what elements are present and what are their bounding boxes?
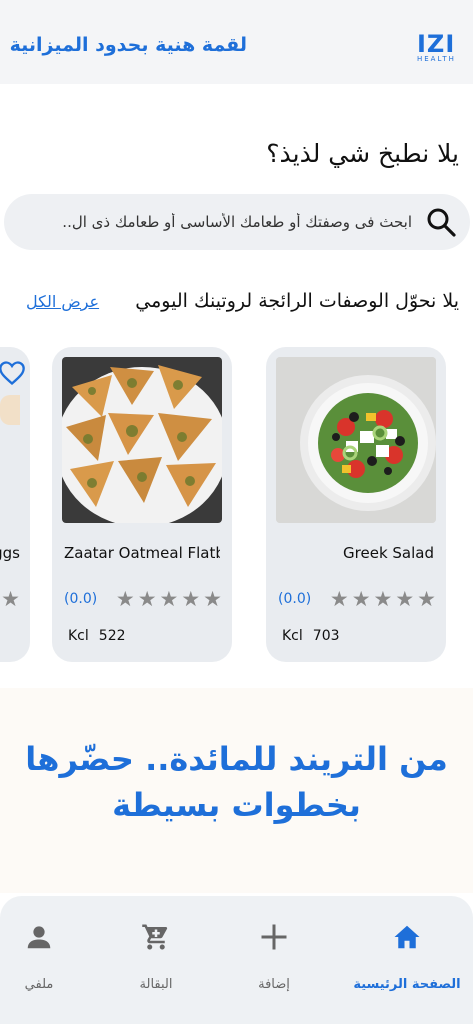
search-bar[interactable]: [4, 194, 470, 250]
calories-value: 703: [312, 628, 340, 644]
recipe-name: Zaatar Oatmeal Flatb...: [64, 544, 220, 562]
greek-salad-image: [276, 357, 436, 523]
page-heading: يلا نطبخ شي لذيذ؟: [266, 139, 459, 168]
calories-unit: Kcl: [68, 628, 89, 644]
plus-icon: [261, 924, 287, 950]
star-icon[interactable]: ★: [203, 588, 222, 610]
recipe-card[interactable]: ggs ★: [0, 347, 30, 662]
search-input[interactable]: [22, 194, 412, 250]
logo-wordmark: IZI: [417, 30, 456, 58]
star-icon[interactable]: ★: [181, 588, 200, 610]
calories-unit: Kcl: [282, 628, 303, 644]
star-icon[interactable]: ★: [138, 588, 157, 610]
heart-icon[interactable]: [0, 359, 26, 387]
nav-home[interactable]: الصفحة الرئيسية: [348, 896, 466, 1024]
view-all-link[interactable]: عرض الكل: [26, 292, 99, 311]
nav-profile[interactable]: ملفي: [0, 896, 98, 1024]
promo-line-2: بخطوات بسيطة: [112, 786, 361, 824]
person-icon: [27, 926, 51, 949]
star-rating[interactable]: ★ ★ ★ ★ ★: [330, 588, 436, 610]
recipe-name: Greek Salad: [343, 544, 434, 562]
nav-grocery-label: البقالة: [139, 977, 173, 992]
star-icon[interactable]: ★: [395, 588, 414, 610]
calories-value: 522: [98, 628, 126, 644]
search-icon[interactable]: [426, 207, 456, 237]
nav-grocery[interactable]: البقالة: [97, 896, 215, 1024]
bottom-navigation: الصفحة الرئيسية إضافة البقالة ملفي: [0, 896, 473, 1024]
star-icon[interactable]: ★: [116, 588, 135, 610]
nav-add[interactable]: إضافة: [215, 896, 333, 1024]
calories: Kcl 703: [282, 628, 350, 644]
cart-icon: [142, 924, 168, 950]
star-icon[interactable]: ★: [160, 588, 179, 610]
nav-add-label: إضافة: [258, 977, 290, 992]
app-tagline: لقمة هنية بحدود الميزانية: [9, 34, 247, 56]
promo-line-1: من التريند للمائدة.. حضّرها: [25, 740, 448, 778]
nav-profile-label: ملفي: [24, 977, 54, 992]
promo-headline: من التريند للمائدة.. حضّرها بخطوات بسيطة: [20, 736, 453, 828]
star-icon[interactable]: ★: [374, 588, 393, 610]
star-rating[interactable]: ★: [1, 588, 20, 610]
star-rating[interactable]: ★ ★ ★ ★ ★: [116, 588, 222, 610]
zaatar-flatbread-image: [62, 357, 222, 523]
star-icon[interactable]: ★: [352, 588, 371, 610]
recipe-card[interactable]: Zaatar Oatmeal Flatb... ★ ★ ★ ★ ★ (0.0) …: [52, 347, 232, 662]
recipe-carousel[interactable]: Greek Salad ★ ★ ★ ★ ★ (0.0) Kcl 703 Zaat…: [0, 345, 473, 665]
home-icon: [394, 925, 420, 949]
nav-home-label: الصفحة الرئيسية: [353, 977, 461, 992]
section-title: يلا نحوّل الوصفات الرائجة لروتينك اليومي: [135, 290, 459, 312]
star-icon[interactable]: ★: [1, 588, 20, 610]
izi-health-logo[interactable]: IZI HEALTH: [415, 30, 465, 66]
eggs-image: [0, 395, 20, 425]
recipe-card[interactable]: Greek Salad ★ ★ ★ ★ ★ (0.0) Kcl 703: [266, 347, 446, 662]
recipe-name: ggs: [0, 544, 20, 562]
rating-value: (0.0): [64, 591, 98, 607]
star-icon[interactable]: ★: [417, 588, 436, 610]
rating-value: (0.0): [278, 591, 312, 607]
calories: Kcl 522: [68, 628, 136, 644]
logo-subtitle: HEALTH: [417, 55, 456, 63]
star-icon[interactable]: ★: [330, 588, 349, 610]
app-header: لقمة هنية بحدود الميزانية IZI HEALTH: [0, 0, 473, 84]
